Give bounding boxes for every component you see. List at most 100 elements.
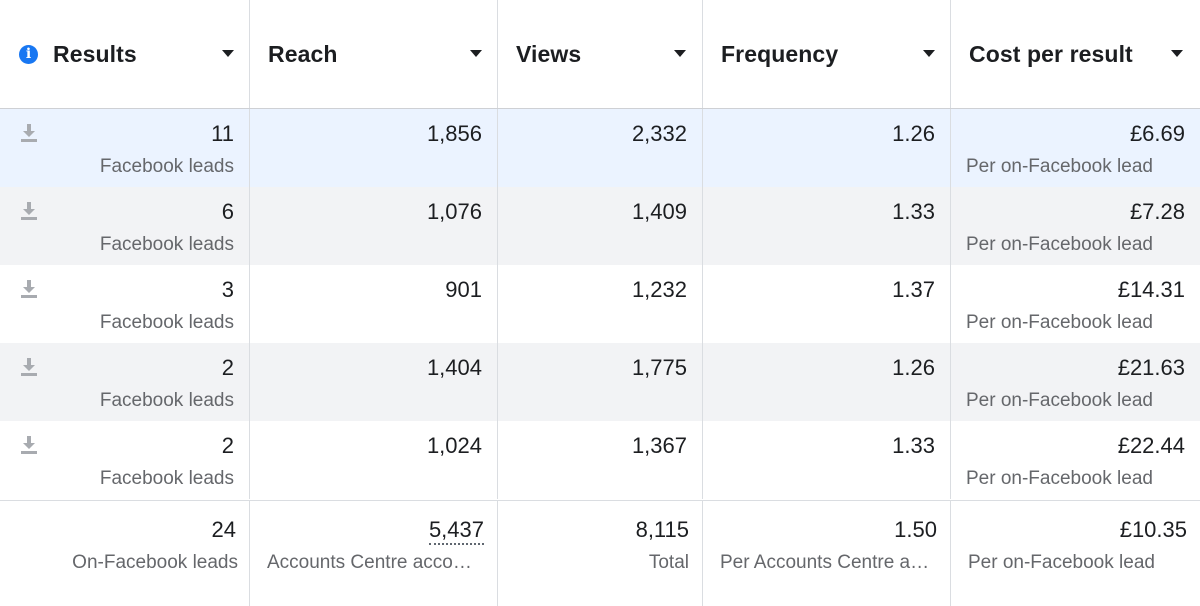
download-icon[interactable]	[20, 435, 38, 455]
cell-views: 1,367	[498, 421, 703, 499]
frequency-value: 1.26	[892, 355, 935, 380]
cell-views: 1,232	[498, 265, 703, 343]
caret-down-icon[interactable]	[674, 50, 686, 57]
cell-reach: 901	[250, 265, 498, 343]
cell-cost-per-result: £7.28 Per on-Facebook lead	[951, 187, 1200, 265]
cost-type: Per on-Facebook lead	[966, 234, 1153, 255]
total-cost-per-result: £10.35 Per on-Facebook lead	[951, 501, 1200, 606]
ads-results-table: i Results Reach Views Frequency Cost per…	[0, 0, 1200, 606]
total-views: 8,115 Total	[498, 501, 703, 606]
cell-cost-per-result: £21.63 Per on-Facebook lead	[951, 343, 1200, 421]
download-icon[interactable]	[20, 201, 38, 221]
cell-reach: 1,024	[250, 421, 498, 499]
cell-results: 2 Facebook leads	[0, 421, 250, 499]
views-value: 1,775	[631, 355, 687, 380]
results-type: Facebook leads	[99, 312, 234, 333]
results-value: 11	[211, 121, 234, 146]
reach-value: 1,856	[426, 121, 482, 146]
cell-cost-per-result: £22.44 Per on-Facebook lead	[951, 421, 1200, 499]
table-row[interactable]: 2 Facebook leads 1,404 1,775 1.26 £21.63…	[0, 343, 1200, 421]
caret-down-icon[interactable]	[1171, 50, 1183, 57]
views-value: 2,332	[631, 121, 687, 146]
reach-value: 1,404	[426, 355, 482, 380]
total-reach-value[interactable]: 5,437	[428, 517, 484, 545]
column-title-views: Views	[516, 40, 582, 67]
total-views-value: 8,115	[635, 517, 689, 542]
table-row[interactable]: 6 Facebook leads 1,076 1,409 1.33 £7.28 …	[0, 187, 1200, 265]
results-type: Facebook leads	[99, 156, 234, 177]
total-reach-number[interactable]: 5,437	[428, 517, 484, 545]
info-icon[interactable]: i	[19, 44, 38, 64]
download-icon[interactable]	[20, 357, 38, 377]
cost-type: Per on-Facebook lead	[966, 156, 1153, 177]
download-icon[interactable]	[20, 279, 38, 299]
cost-value: £6.69	[1129, 121, 1185, 146]
table-header: i Results Reach Views Frequency Cost per…	[0, 0, 1200, 109]
column-header-reach[interactable]: Reach	[250, 0, 498, 108]
frequency-value: 1.37	[892, 277, 935, 302]
results-type: Facebook leads	[99, 390, 234, 411]
cost-value: £21.63	[1117, 355, 1185, 380]
total-results-value: 24	[211, 517, 236, 542]
total-results-type: On-Facebook leads	[72, 552, 238, 573]
total-reach[interactable]: 5,437 Accounts Centre accounts	[250, 501, 498, 606]
totals-row: 24 On-Facebook leads 5,437 Accounts Cent…	[0, 500, 1200, 606]
caret-down-icon[interactable]	[470, 50, 482, 57]
reach-value: 901	[445, 277, 482, 302]
column-header-results[interactable]: i Results	[0, 0, 250, 108]
cell-results: 11 Facebook leads	[0, 109, 250, 187]
cell-views: 2,332	[498, 109, 703, 187]
caret-down-icon[interactable]	[923, 50, 935, 57]
table-row[interactable]: 3 Facebook leads 901 1,232 1.37 £14.31 P…	[0, 265, 1200, 343]
cell-frequency: 1.37	[703, 265, 951, 343]
column-title-reach: Reach	[268, 40, 338, 67]
table-row[interactable]: 2 Facebook leads 1,024 1,367 1.33 £22.44…	[0, 421, 1200, 499]
cell-reach: 1,076	[250, 187, 498, 265]
cost-type: Per on-Facebook lead	[966, 312, 1153, 333]
cost-value: £7.28	[1129, 199, 1185, 224]
column-header-cost-per-result[interactable]: Cost per result	[951, 0, 1200, 108]
cost-type: Per on-Facebook lead	[966, 390, 1153, 411]
reach-value: 1,024	[426, 433, 482, 458]
total-reach-type: Accounts Centre accounts	[267, 552, 479, 573]
views-value: 1,232	[631, 277, 687, 302]
cell-frequency: 1.33	[703, 187, 951, 265]
total-frequency-value: 1.50	[894, 517, 937, 542]
frequency-value: 1.33	[892, 199, 935, 224]
reach-value: 1,076	[426, 199, 482, 224]
total-views-type: Total	[648, 552, 689, 573]
views-value: 1,409	[631, 199, 687, 224]
frequency-value: 1.33	[892, 433, 935, 458]
results-value: 3	[221, 277, 234, 302]
caret-down-icon[interactable]	[222, 50, 234, 57]
column-title-frequency: Frequency	[721, 40, 839, 67]
results-value: 2	[221, 433, 234, 458]
total-results: 24 On-Facebook leads	[0, 501, 250, 606]
column-title-results: Results	[53, 40, 137, 67]
total-cost-value: £10.35	[1119, 517, 1187, 542]
cell-results: 2 Facebook leads	[0, 343, 250, 421]
results-value: 2	[221, 355, 234, 380]
table-row[interactable]: 11 Facebook leads 1,856 2,332 1.26 £6.69…	[0, 109, 1200, 187]
cell-frequency: 1.26	[703, 109, 951, 187]
cost-value: £22.44	[1117, 433, 1185, 458]
results-type: Facebook leads	[99, 468, 234, 489]
column-header-frequency[interactable]: Frequency	[703, 0, 951, 108]
total-cost-type: Per on-Facebook lead	[968, 552, 1155, 573]
cell-cost-per-result: £6.69 Per on-Facebook lead	[951, 109, 1200, 187]
download-icon[interactable]	[20, 123, 38, 143]
cell-views: 1,409	[498, 187, 703, 265]
cost-value: £14.31	[1117, 277, 1185, 302]
cell-cost-per-result: £14.31 Per on-Facebook lead	[951, 265, 1200, 343]
results-type: Facebook leads	[99, 234, 234, 255]
cost-type: Per on-Facebook lead	[966, 468, 1153, 489]
cell-reach: 1,404	[250, 343, 498, 421]
cell-results: 6 Facebook leads	[0, 187, 250, 265]
column-header-views[interactable]: Views	[498, 0, 703, 108]
total-frequency: 1.50 Per Accounts Centre account	[703, 501, 951, 606]
results-value: 6	[221, 199, 234, 224]
cell-frequency: 1.33	[703, 421, 951, 499]
total-frequency-type: Per Accounts Centre account	[720, 552, 932, 573]
cell-reach: 1,856	[250, 109, 498, 187]
column-title-cost-per-result: Cost per result	[969, 40, 1133, 67]
